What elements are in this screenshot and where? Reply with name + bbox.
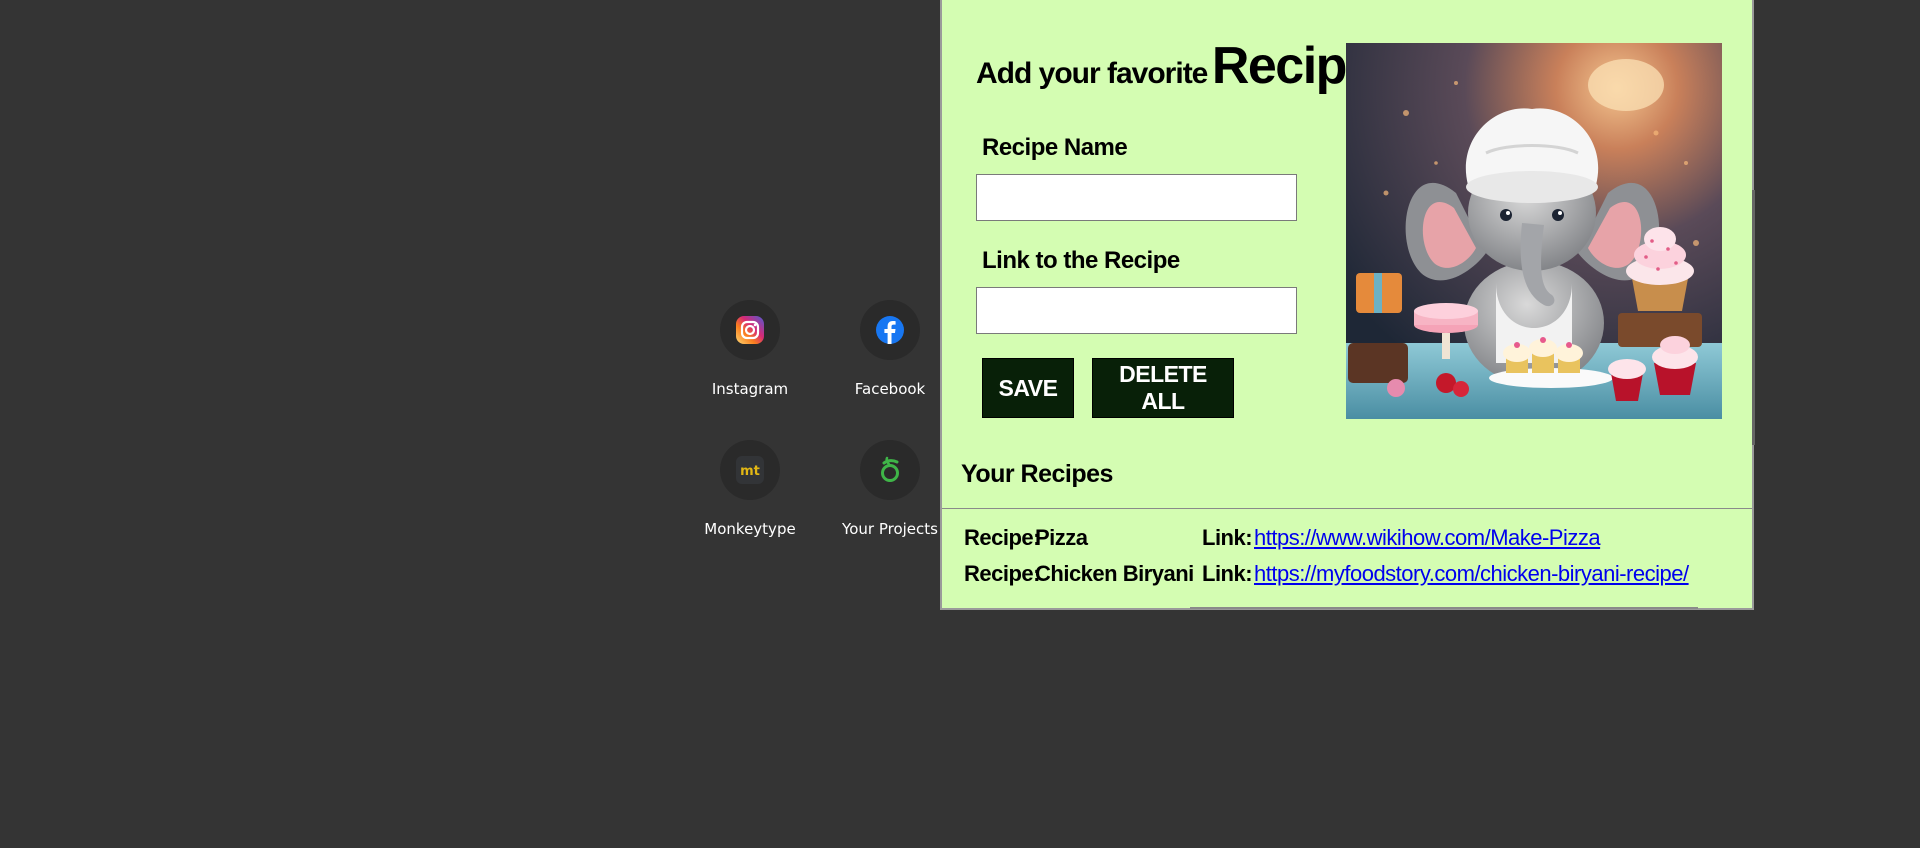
recipe-name: Pizza (1035, 525, 1088, 550)
recipe-popup: Add your favorite Recipes Recipe Name Li… (940, 0, 1754, 610)
chef-elephant-image (1346, 43, 1722, 419)
recipes-divider (942, 508, 1752, 509)
recipe-link[interactable]: https://www.wikihow.com/Make-Pizza (1254, 525, 1601, 551)
recipe-link-label: Link to the Recipe (982, 247, 1180, 274)
chef-elephant-illustration (1346, 43, 1722, 419)
your-recipes-title: Your Recipes (961, 460, 1113, 488)
recipe-name: Chicken Biryani (1035, 561, 1194, 586)
shortcut-your-projects[interactable]: Your Projects (830, 436, 950, 556)
recipe-link-input[interactable] (976, 287, 1297, 334)
recipe-item: Recipe: Pizza Link: https://www.wikihow.… (964, 525, 1744, 559)
shortcut-icon-circle (860, 440, 920, 500)
shortcut-label: Monkeytype (704, 520, 796, 538)
recipe-prefix: Recipe: (964, 561, 1040, 586)
recipe-name-label: Recipe Name (982, 134, 1128, 161)
save-button[interactable]: SAVE (982, 358, 1074, 418)
instagram-icon (736, 316, 764, 344)
shortcut-label: Instagram (711, 380, 789, 398)
shortcut-icon-circle (720, 300, 780, 360)
shortcut-monkeytype[interactable]: mt Monkeytype (690, 436, 810, 556)
heading-prefix: Add your favorite (976, 57, 1208, 90)
popup-scrollbar[interactable] (1752, 190, 1755, 445)
svg-text:mt: mt (740, 464, 760, 479)
recipe-name-input[interactable] (976, 174, 1297, 221)
facebook-icon (876, 316, 904, 344)
shortcut-icon-circle (860, 300, 920, 360)
recipe-link[interactable]: https://myfoodstory.com/chicken-biryani-… (1254, 561, 1689, 587)
recipe-item: Recipe: Chicken Biryani Link: https://my… (964, 561, 1744, 595)
popup-heading: Add your favorite Recipes (976, 36, 1402, 96)
shortcut-label: Your Projects (842, 520, 938, 538)
projects-icon (881, 456, 899, 482)
list-bottom-border (1190, 607, 1698, 609)
recipe-prefix: Recipe: (964, 525, 1040, 550)
shortcut-facebook[interactable]: Facebook (830, 296, 950, 416)
link-prefix: Link: (1202, 525, 1253, 550)
monkeytype-icon: mt (736, 456, 764, 484)
shortcut-label: Facebook (854, 380, 926, 398)
link-prefix: Link: (1202, 561, 1253, 586)
delete-all-button[interactable]: DELETE ALL (1092, 358, 1234, 418)
shortcut-icon-circle: mt (720, 440, 780, 500)
shortcut-instagram[interactable]: Instagram (690, 296, 810, 416)
shortcut-grid: Instagram Facebook mt Monkeytype Your Pr… (690, 296, 938, 556)
